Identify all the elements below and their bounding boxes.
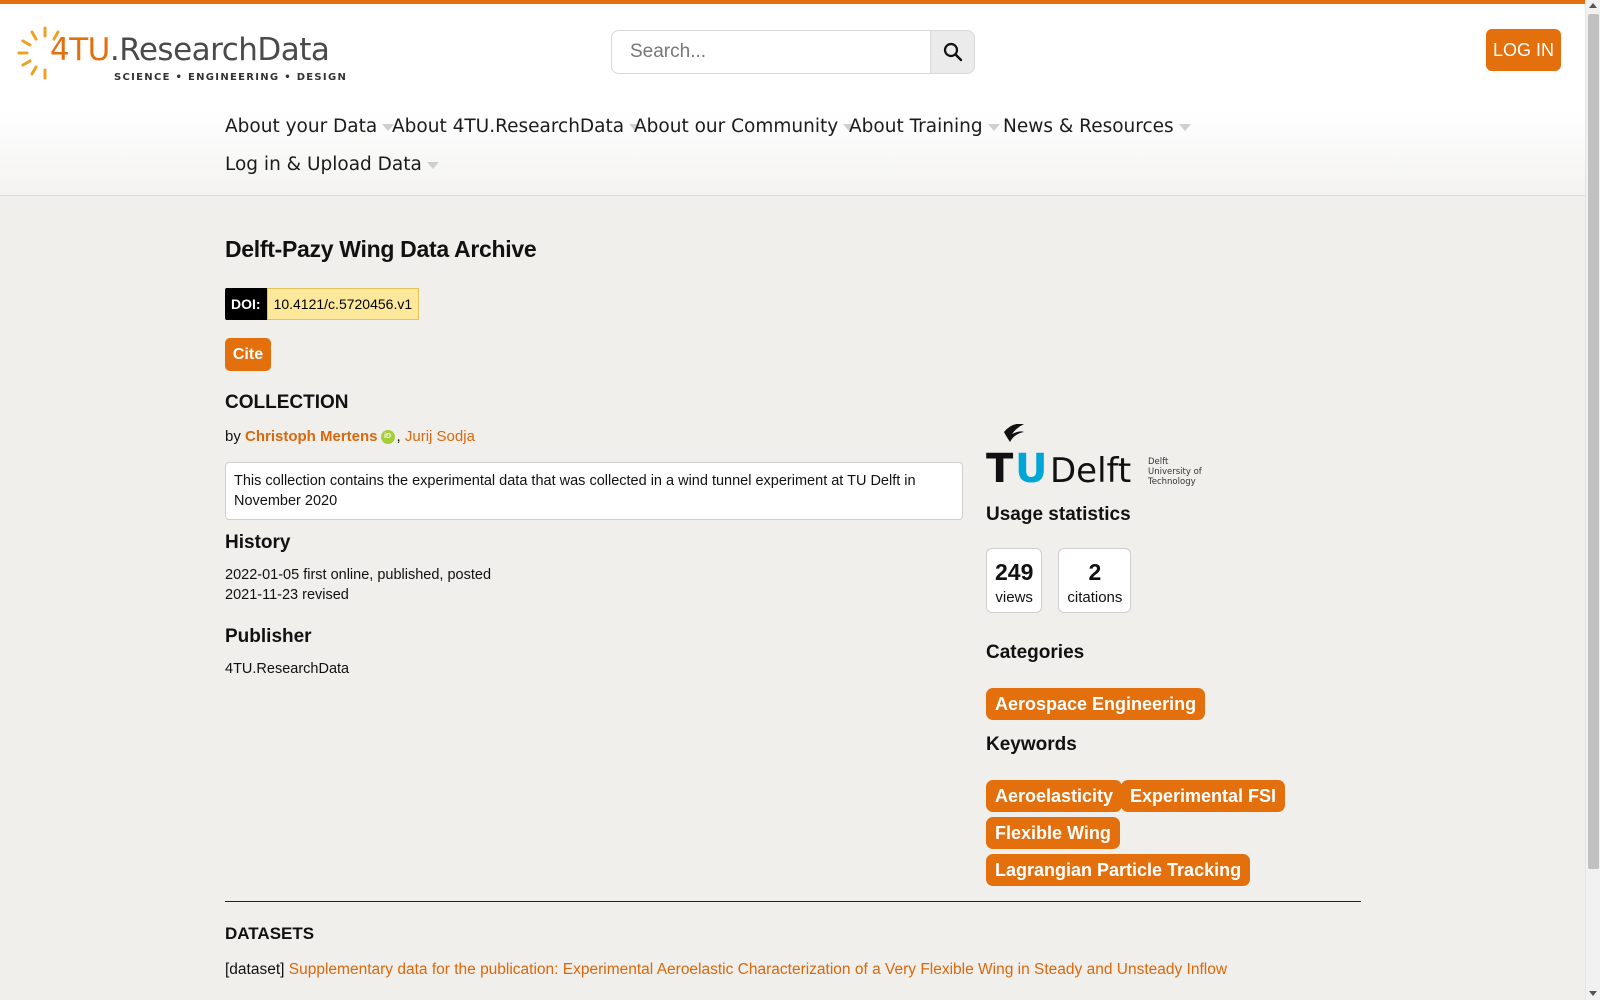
caret-down-icon: [987, 124, 1000, 131]
logo-tagline: SCIENCE • ENGINEERING • DESIGN: [114, 72, 348, 83]
nav-label: About Training: [849, 116, 983, 137]
datasets-heading: DATASETS: [225, 924, 315, 943]
publisher-heading: Publisher: [225, 626, 312, 647]
logo-sub-1: Delft: [1148, 457, 1169, 467]
history-heading: History: [225, 532, 291, 553]
logo-u: U: [1015, 446, 1047, 490]
keyword-tag[interactable]: Lagrangian Particle Tracking: [986, 854, 1251, 886]
nav-about-your-data[interactable]: About your Data: [225, 116, 395, 137]
logo-prefix: 4TU: [50, 32, 110, 68]
main-content: Delft-Pazy Wing Data Archive DOI: 10.412…: [0, 196, 1585, 1000]
record-type: COLLECTION: [225, 392, 349, 413]
login-button[interactable]: LOG IN: [1486, 29, 1561, 71]
keywords-heading: Keywords: [986, 734, 1077, 755]
category-tag[interactable]: Aerospace Engineering: [986, 688, 1206, 720]
nav-label: News & Resources: [1003, 116, 1174, 137]
by-label: by: [225, 428, 241, 445]
logo-sub-2: University of: [1148, 467, 1203, 477]
dataset-item: [dataset] Supplementary data for the pub…: [225, 961, 1227, 979]
keyword-tag[interactable]: Flexible Wing: [986, 817, 1120, 849]
search-icon: [943, 42, 962, 62]
scrollbar-thumb[interactable]: [1588, 14, 1599, 869]
search-input[interactable]: [611, 30, 931, 74]
caret-down-icon: [426, 162, 439, 169]
history-list: 2022-01-05 first online, published, post…: [225, 565, 491, 605]
views-count: 249: [995, 559, 1034, 585]
search-button[interactable]: [931, 30, 975, 74]
page-title: Delft-Pazy Wing Data Archive: [225, 236, 537, 262]
doi-label: DOI:: [225, 288, 267, 320]
logo-wordmark: 4TU.ResearchData: [50, 32, 330, 68]
citations-stat: 2 citations: [1058, 548, 1132, 613]
citations-label: citations: [1067, 589, 1123, 606]
scroll-down-arrow-icon[interactable]: [1589, 991, 1597, 996]
nav-label: About 4TU.ResearchData: [392, 116, 625, 137]
nav-news-resources[interactable]: News & Resources: [1003, 116, 1191, 137]
keyword-tag[interactable]: Experimental FSI: [1121, 780, 1286, 812]
publisher-value: 4TU.ResearchData: [225, 661, 350, 677]
usage-stats: 249 views 2 citations: [986, 548, 1132, 613]
keyword-tag[interactable]: Aeroelasticity: [986, 780, 1123, 812]
nav-login-upload[interactable]: Log in & Upload Data: [225, 154, 439, 175]
author-separator: ,: [396, 428, 401, 445]
history-entry: 2022-01-05 first online, published, post…: [225, 567, 492, 583]
dataset-prefix: [dataset]: [225, 961, 285, 978]
doi-badge[interactable]: DOI: 10.4121/c.5720456.v1: [225, 288, 420, 320]
nav-label: About your Data: [225, 116, 378, 137]
section-divider: [225, 901, 1361, 902]
doi-value[interactable]: 10.4121/c.5720456.v1: [266, 288, 420, 320]
search-bar: [611, 30, 975, 74]
author-link[interactable]: Christoph Mertens: [245, 428, 378, 445]
logo-delft: Delft: [1050, 451, 1131, 490]
logo-sub-3: Technology: [1147, 477, 1196, 487]
logo-t: T: [986, 446, 1014, 490]
nav-about-community[interactable]: About our Community: [634, 116, 856, 137]
page-scrollbar[interactable]: [1585, 0, 1600, 1000]
description-box: This collection contains the experimenta…: [225, 462, 963, 520]
orcid-icon[interactable]: iD: [380, 429, 395, 444]
nav-label: About our Community: [634, 116, 839, 137]
nav-label: Log in & Upload Data: [225, 154, 422, 175]
author-link[interactable]: Jurij Sodja: [405, 428, 475, 445]
usage-heading: Usage statistics: [986, 504, 1131, 525]
cite-button[interactable]: Cite: [225, 338, 271, 371]
views-label: views: [995, 589, 1033, 606]
citations-count: 2: [1088, 559, 1102, 585]
caret-down-icon: [1178, 124, 1191, 131]
site-header: 4TU.ResearchData SCIENCE • ENGINEERING •…: [0, 4, 1585, 196]
dataset-link[interactable]: Supplementary data for the publication: …: [289, 961, 1227, 978]
nav-about-4tu[interactable]: About 4TU.ResearchData: [392, 116, 642, 137]
logo-suffix: .ResearchData: [109, 32, 330, 68]
categories-heading: Categories: [986, 642, 1085, 663]
history-entry: 2021-11-23 revised: [225, 587, 349, 603]
views-stat: 249 views: [986, 548, 1043, 613]
tu-delft-logo[interactable]: T U Delft Delft University of Technology: [986, 424, 1216, 490]
flame-icon: [1004, 424, 1024, 442]
author-byline: by Christoph Mertens iD, Jurij Sodja: [225, 428, 475, 445]
site-logo[interactable]: 4TU.ResearchData SCIENCE • ENGINEERING •…: [14, 18, 346, 88]
scroll-up-arrow-icon[interactable]: [1589, 3, 1597, 8]
nav-about-training[interactable]: About Training: [849, 116, 1000, 137]
